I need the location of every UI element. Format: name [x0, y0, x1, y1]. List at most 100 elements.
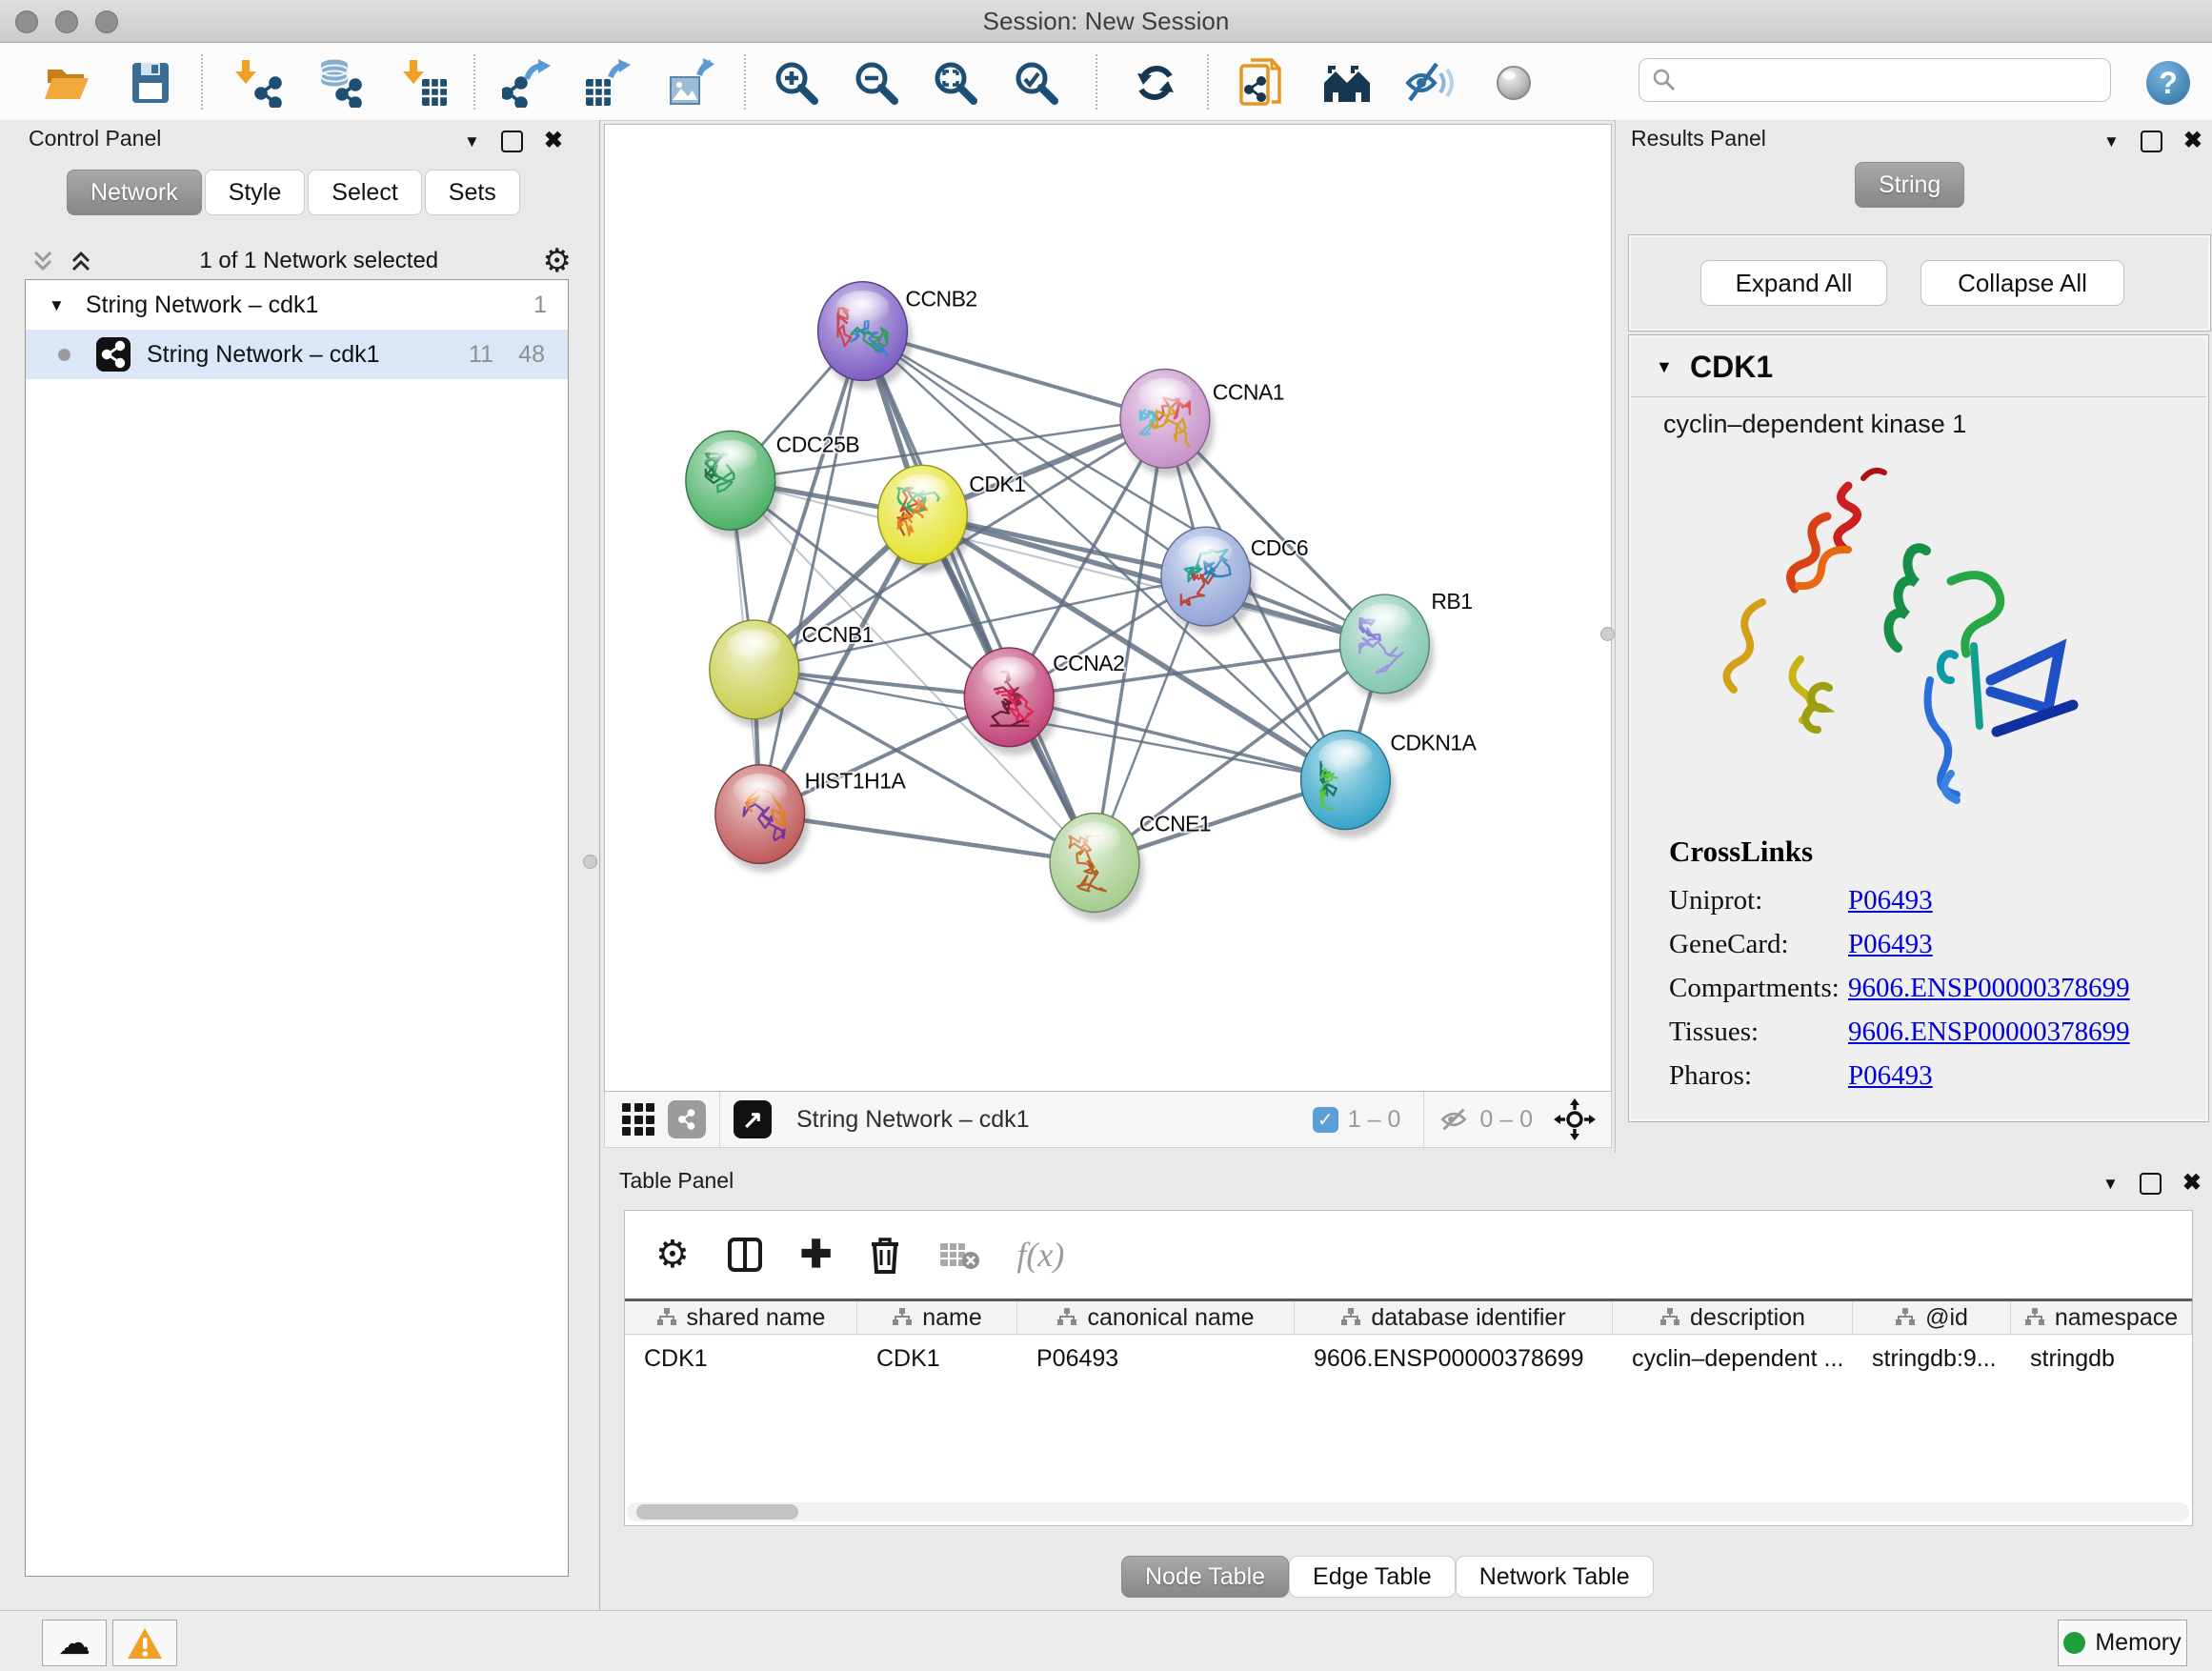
warnings-button[interactable]	[112, 1620, 177, 1666]
show-graphics-details-icon[interactable]	[1487, 56, 1540, 110]
tab-style[interactable]: Style	[205, 170, 306, 215]
gene-collapse-icon[interactable]: ▼	[1656, 358, 1673, 375]
table-horizontal-scrollbar[interactable]	[627, 1502, 2189, 1521]
tab-network[interactable]: Network	[67, 170, 202, 215]
panel-close-icon[interactable]: ✖	[2182, 1172, 2202, 1195]
zoom-in-icon[interactable]	[770, 56, 823, 110]
panel-float-icon[interactable]	[501, 131, 523, 152]
network-node-CDKN1A[interactable]	[1301, 731, 1391, 830]
network-node-HIST1H1A[interactable]	[715, 765, 805, 864]
panel-close-icon[interactable]: ✖	[544, 130, 563, 152]
network-edge-CDC25B-RB1[interactable]	[731, 480, 1385, 644]
save-session-icon[interactable]	[124, 56, 177, 110]
import-network-database-icon[interactable]	[312, 56, 365, 110]
table-cell[interactable]: stringdb	[2011, 1338, 2192, 1379]
show-columns-icon[interactable]	[726, 1236, 764, 1274]
column-header-database-identifier[interactable]: database identifier	[1295, 1301, 1613, 1334]
results-tab-string[interactable]: String	[1855, 162, 1964, 208]
expand-all-button[interactable]: Expand All	[1700, 260, 1887, 306]
open-file-icon[interactable]	[40, 56, 93, 110]
network-node-CDC6[interactable]	[1161, 527, 1251, 626]
network-node-RB1[interactable]	[1340, 594, 1430, 694]
column-header-description[interactable]: description	[1613, 1301, 1853, 1334]
table-row[interactable]: CDK1CDK1P064939606.ENSP00000378699cyclin…	[625, 1338, 2192, 1379]
table-cell[interactable]: CDK1	[625, 1338, 857, 1379]
cloud-tasks-button[interactable]: ☁	[42, 1620, 107, 1666]
string-badge-icon[interactable]	[668, 1100, 706, 1138]
right-splitter-handle[interactable]	[1600, 627, 1615, 641]
grid-view-icon[interactable]	[622, 1103, 654, 1136]
table-tab-node-table[interactable]: Node Table	[1121, 1556, 1289, 1598]
hide-graphics-details-icon[interactable]	[1402, 56, 1456, 110]
import-network-file-icon[interactable]	[231, 56, 285, 110]
help-icon[interactable]: ?	[2142, 56, 2195, 110]
table-cell[interactable]: 9606.ENSP00000378699	[1295, 1338, 1613, 1379]
panel-float-icon[interactable]	[2141, 131, 2162, 152]
network-node-CCNA2[interactable]	[964, 648, 1054, 747]
panel-menu-icon[interactable]: ▼	[2102, 1176, 2119, 1192]
network-edge-HIST1H1A-CCNE1[interactable]	[760, 815, 1095, 863]
table-tab-edge-table[interactable]: Edge Table	[1289, 1556, 1456, 1598]
tab-select[interactable]: Select	[308, 170, 421, 215]
left-splitter-handle[interactable]	[583, 855, 597, 869]
panel-close-icon[interactable]: ✖	[2183, 130, 2202, 152]
column-header-canonical-name[interactable]: canonical name	[1017, 1301, 1295, 1334]
delete-table-icon[interactable]	[938, 1238, 980, 1272]
table-options-gear-icon[interactable]: ⚙	[655, 1236, 690, 1274]
export-image-icon[interactable]	[663, 56, 716, 110]
open-in-browser-icon[interactable]	[1236, 56, 1289, 110]
network-node-CCNA1[interactable]	[1120, 369, 1210, 468]
table-cell[interactable]: CDK1	[857, 1338, 1017, 1379]
crosslink-pharos-link[interactable]: P06493	[1848, 1060, 1933, 1092]
tab-sets[interactable]: Sets	[425, 170, 520, 215]
zoom-selected-icon[interactable]	[1010, 56, 1063, 110]
birdseye-view-icon[interactable]: ↗	[734, 1100, 772, 1138]
collapse-all-button[interactable]: Collapse All	[1920, 260, 2124, 306]
table-cell[interactable]: cyclin–dependent ...	[1613, 1338, 1853, 1379]
import-table-file-icon[interactable]	[399, 56, 452, 110]
scrollbar-thumb[interactable]	[636, 1504, 798, 1520]
fit-selected-crosshair-icon[interactable]	[1554, 1098, 1596, 1140]
refresh-icon[interactable]	[1129, 56, 1182, 110]
network-collection-row[interactable]: ▼ String Network – cdk1 1	[26, 280, 568, 330]
memory-button[interactable]: Memory	[2058, 1620, 2187, 1666]
network-node-CCNB1[interactable]	[710, 620, 799, 719]
export-network-file-icon[interactable]	[500, 56, 553, 110]
column-header-shared-name[interactable]: shared name	[625, 1301, 857, 1334]
crosslink-compartments-link[interactable]: 9606.ENSP00000378699	[1848, 973, 2130, 1004]
crosslink-uniprot-link[interactable]: P06493	[1848, 885, 1933, 916]
network-node-CCNE1[interactable]	[1050, 814, 1139, 913]
crosslink-genecard-link[interactable]: P06493	[1848, 929, 1933, 960]
gene-header[interactable]: ▼ CDK1	[1631, 337, 2206, 397]
column-header--id[interactable]: @id	[1853, 1301, 2011, 1334]
create-column-icon[interactable]: ✚	[800, 1236, 833, 1274]
table-tab-network-table[interactable]: Network Table	[1456, 1556, 1654, 1598]
delete-column-icon[interactable]	[868, 1235, 902, 1275]
network-edge-CCNA1-CCNE1[interactable]	[1095, 418, 1165, 862]
search-input[interactable]	[1639, 58, 2111, 102]
panel-menu-icon[interactable]: ▼	[464, 133, 480, 150]
collapse-all-icon[interactable]	[29, 247, 57, 275]
collection-expand-icon[interactable]: ▼	[49, 297, 65, 313]
crosslink-tissues-link[interactable]: 9606.ENSP00000378699	[1848, 1017, 2130, 1048]
network-node-CDK1[interactable]	[877, 465, 967, 564]
table-cell[interactable]: P06493	[1017, 1338, 1295, 1379]
toolbar-separator	[1096, 54, 1097, 110]
network-node-CDC25B[interactable]	[686, 431, 775, 530]
network-node-CCNB2[interactable]	[818, 282, 908, 381]
network-row[interactable]: String Network – cdk1 11 48	[26, 330, 568, 379]
function-builder-icon[interactable]: f(x)	[1016, 1238, 1064, 1272]
table-cell[interactable]: stringdb:9...	[1853, 1338, 2011, 1379]
export-table-file-icon[interactable]	[580, 56, 633, 110]
zoom-fit-icon[interactable]	[929, 56, 982, 110]
selected-count-checkbox-icon[interactable]: ✓	[1313, 1107, 1338, 1133]
panel-float-icon[interactable]	[2140, 1173, 2162, 1195]
panel-menu-icon[interactable]: ▼	[2103, 133, 2120, 150]
string-home-icon[interactable]	[1320, 56, 1374, 110]
zoom-out-icon[interactable]	[850, 56, 903, 110]
column-header-namespace[interactable]: namespace	[2011, 1301, 2192, 1334]
network-canvas[interactable]: CCNB2CCNA1CDC25BCDK1CDC6RB1CCNB1CCNA2CDK…	[604, 124, 1612, 1092]
network-options-gear-icon[interactable]: ⚙	[543, 245, 572, 277]
expand-all-icon[interactable]	[67, 247, 95, 275]
column-header-name[interactable]: name	[857, 1301, 1017, 1334]
